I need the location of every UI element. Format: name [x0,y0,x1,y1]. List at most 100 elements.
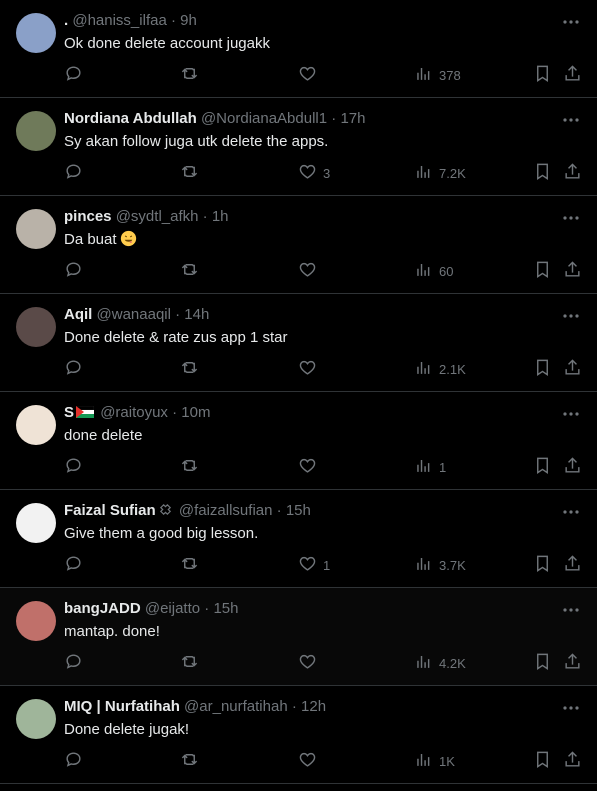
user-handle[interactable]: @eijatto [145,600,200,617]
retweet-button[interactable] [180,456,199,478]
user-handle[interactable]: @sydtl_afkh [116,208,199,225]
bookmark-button[interactable] [533,358,552,380]
bookmark-button[interactable] [533,64,552,86]
share-button[interactable] [563,358,582,380]
avatar[interactable] [16,405,56,445]
retweet-button[interactable] [180,162,199,184]
more-options-icon[interactable] [561,600,581,620]
reply-button[interactable] [64,456,83,478]
tweet-reply[interactable]: bangJADD @eijatto · 15h mantap. done! 4.… [0,588,597,686]
reply-button[interactable] [64,358,83,380]
reply-button[interactable] [64,750,83,772]
bookmark-button[interactable] [533,456,552,478]
reply-button[interactable] [64,652,83,674]
reply-button[interactable] [64,64,83,86]
share-button[interactable] [563,456,582,478]
share-button[interactable] [563,652,582,674]
reply-button[interactable] [64,162,83,184]
views-button[interactable]: 4.2K [414,652,466,674]
avatar[interactable] [16,503,56,543]
views-button[interactable]: 3.7K [414,554,466,576]
tweet-reply[interactable]: Aqil @wanaaqil · 14h Done delete & rate … [0,294,597,392]
views-button[interactable]: 2.1K [414,358,466,380]
timestamp[interactable]: 1h [212,208,229,225]
action-bar: 1K [0,750,597,772]
display-name[interactable]: Nordiana Abdullah [64,110,197,127]
retweet-button[interactable] [180,64,199,86]
share-button[interactable] [563,750,582,772]
views-button[interactable]: 1 [414,456,446,478]
retweet-button[interactable] [180,652,199,674]
like-button[interactable] [298,652,323,674]
share-button[interactable] [563,260,582,282]
timestamp[interactable]: 14h [184,306,209,323]
tweet-reply[interactable]: pinces @sydtl_afkh · 1h Da buat 60 [0,196,597,294]
bookmark-button[interactable] [533,162,552,184]
retweet-button[interactable] [180,358,199,380]
tweet-reply[interactable]: MIQ | Nurfatihah @ar_nurfatihah · 12h Do… [0,686,597,784]
more-options-icon[interactable] [561,502,581,522]
timestamp[interactable]: 15h [213,600,238,617]
more-options-icon[interactable] [561,306,581,326]
timestamp[interactable]: 15h [286,502,311,519]
share-button[interactable] [563,162,582,184]
like-button[interactable] [298,260,323,282]
bookmark-button[interactable] [533,652,552,674]
timestamp[interactable]: 12h [301,698,326,715]
avatar[interactable] [16,699,56,739]
display-name[interactable]: MIQ | Nurfatihah [64,698,180,715]
display-name[interactable]: bangJADD [64,600,141,617]
analytics-icon [414,554,433,576]
timestamp[interactable]: 10m [181,404,210,421]
like-button[interactable] [298,64,323,86]
views-button[interactable]: 1K [414,750,455,772]
display-name[interactable]: Faizal Sufian [64,502,156,519]
user-handle[interactable]: @haniss_ilfaa [72,12,166,29]
more-options-icon[interactable] [561,698,581,718]
like-button[interactable] [298,358,323,380]
avatar[interactable] [16,209,56,249]
display-name[interactable]: . [64,12,68,29]
tweet-reply[interactable]: S @raitoyux · 10m done delete 1 [0,392,597,490]
views-button[interactable]: 378 [414,64,461,86]
timestamp[interactable]: 9h [180,12,197,29]
tweet-reply[interactable]: Nordiana Abdullah @NordianaAbdull1 · 17h… [0,98,597,196]
retweet-button[interactable] [180,750,199,772]
display-name[interactable]: S [64,404,74,421]
user-handle[interactable]: @wanaaqil [97,306,171,323]
bookmark-button[interactable] [533,260,552,282]
reply-button[interactable] [64,554,83,576]
user-handle[interactable]: @ar_nurfatihah [184,698,288,715]
bookmark-button[interactable] [533,554,552,576]
retweet-button[interactable] [180,554,199,576]
tweet-reply[interactable]: . @haniss_ilfaa · 9h Ok done delete acco… [0,0,597,98]
avatar[interactable] [16,601,56,641]
view-count: 2.1K [439,361,466,377]
avatar[interactable] [16,111,56,151]
bookmark-button[interactable] [533,750,552,772]
timestamp[interactable]: 17h [340,110,365,127]
share-button[interactable] [563,64,582,86]
views-button[interactable]: 7.2K [414,162,466,184]
more-options-icon[interactable] [561,12,581,32]
like-button[interactable]: 3 [298,162,330,184]
user-handle[interactable]: @NordianaAbdull1 [201,110,327,127]
bookmark-icon [533,358,552,380]
like-button[interactable]: 1 [298,554,330,576]
avatar[interactable] [16,307,56,347]
more-options-icon[interactable] [561,110,581,130]
like-button[interactable] [298,750,323,772]
views-button[interactable]: 60 [414,260,453,282]
display-name[interactable]: pinces [64,208,112,225]
avatar[interactable] [16,13,56,53]
user-handle[interactable]: @raitoyux [100,404,168,421]
user-handle[interactable]: @faizallsufian [179,502,273,519]
reply-button[interactable] [64,260,83,282]
like-button[interactable] [298,456,323,478]
more-options-icon[interactable] [561,208,581,228]
retweet-button[interactable] [180,260,199,282]
display-name[interactable]: Aqil [64,306,92,323]
share-button[interactable] [563,554,582,576]
tweet-reply[interactable]: Faizal Sufian @faizallsufian · 15h Give … [0,490,597,588]
more-options-icon[interactable] [561,404,581,424]
